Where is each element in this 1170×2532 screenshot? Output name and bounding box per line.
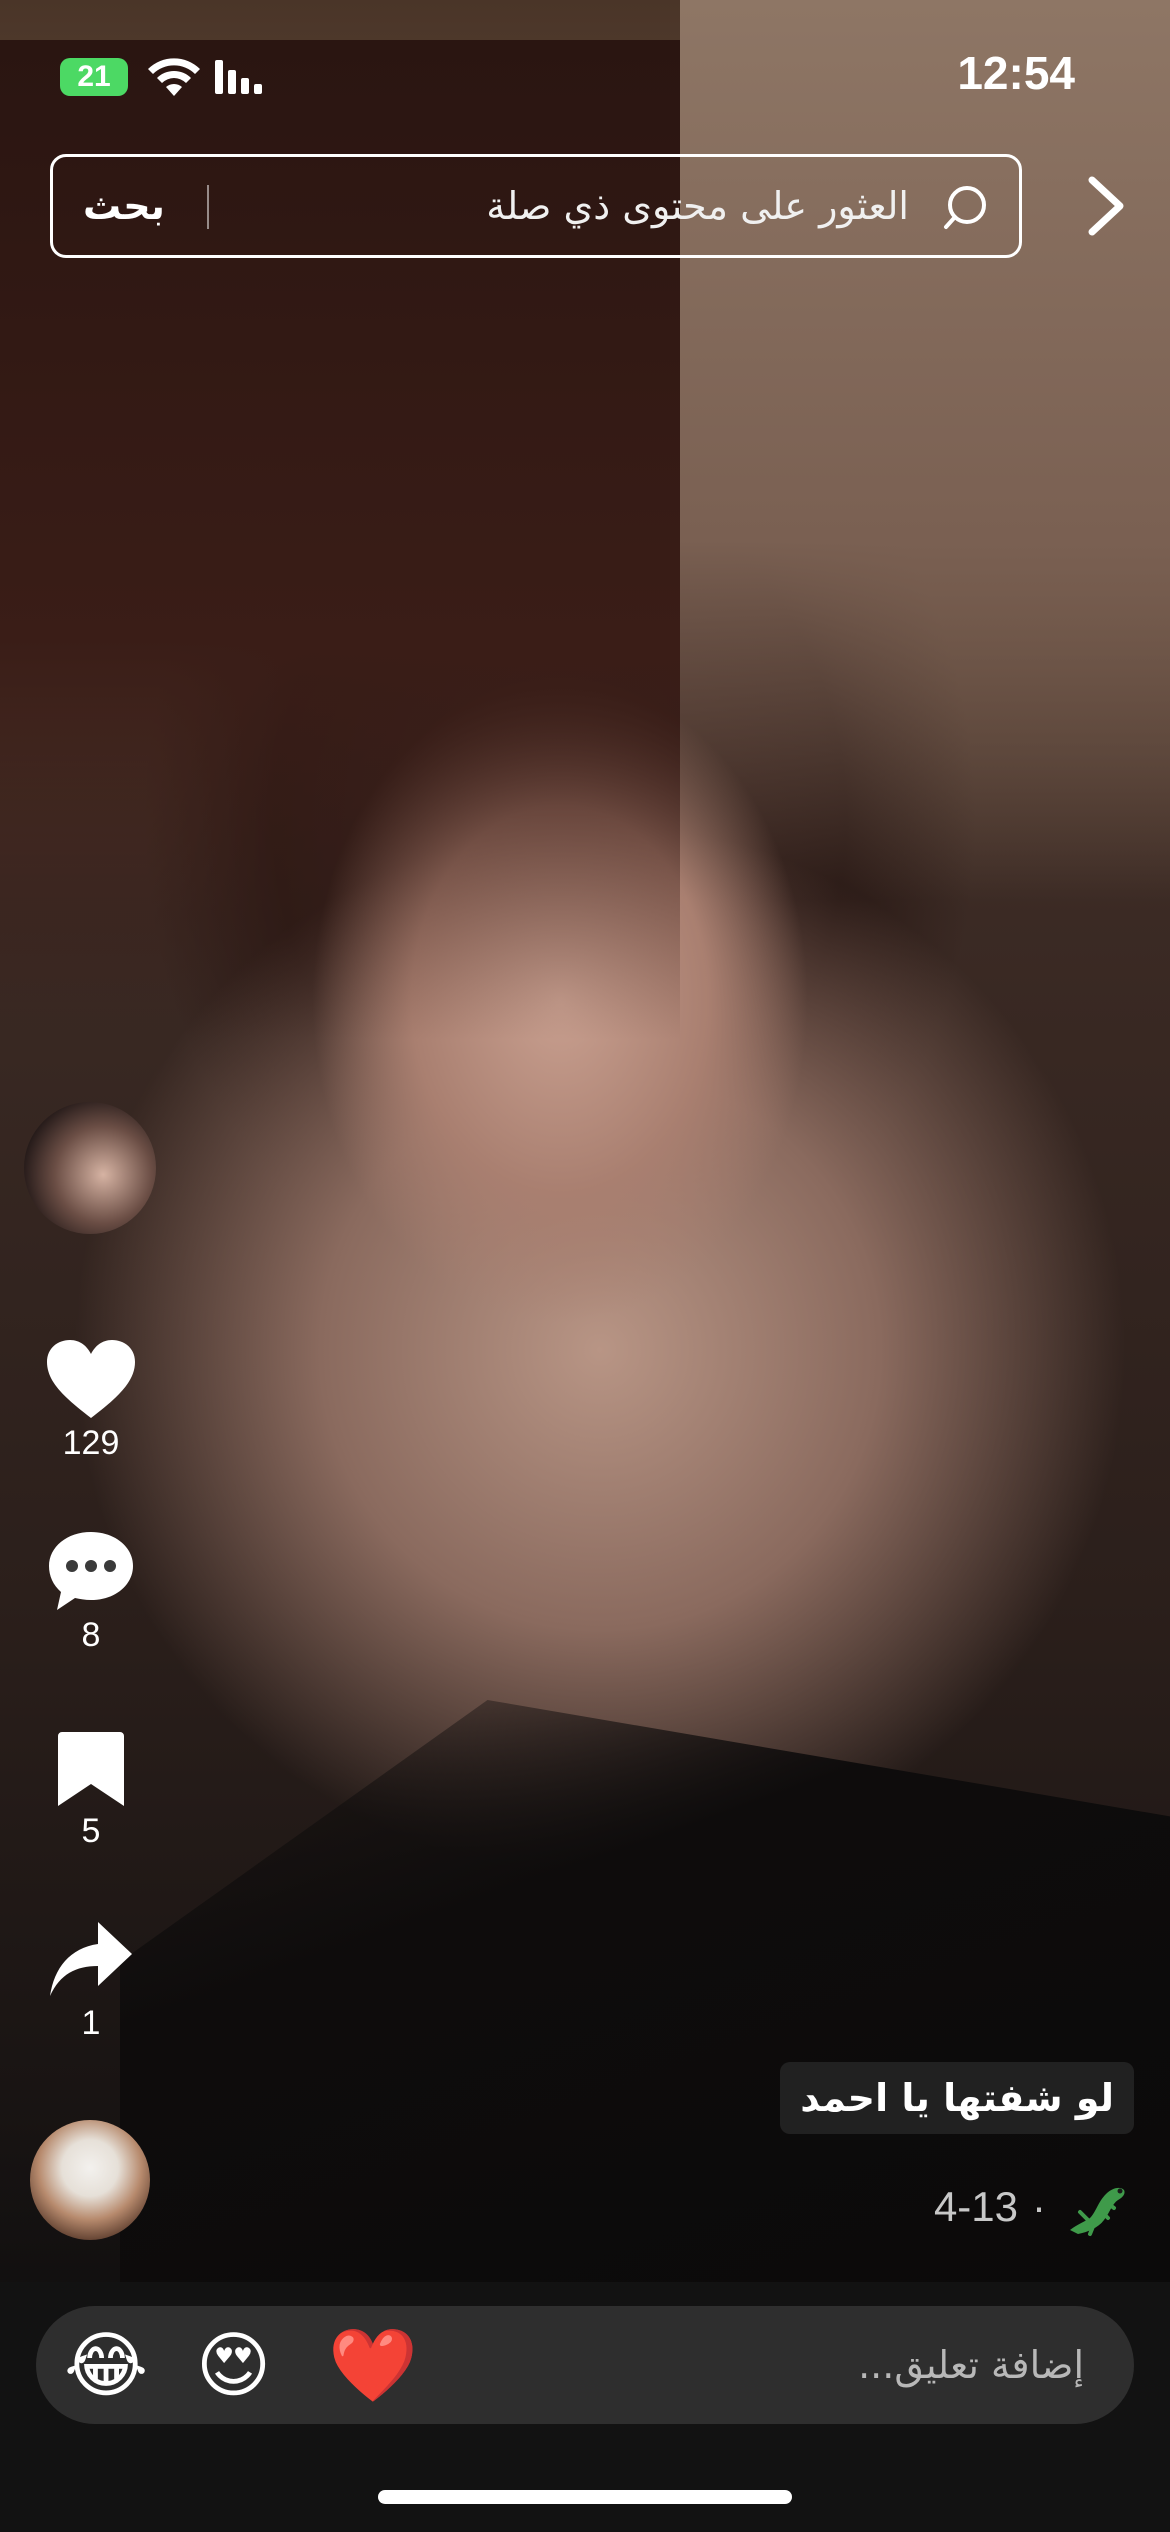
search-icon bbox=[944, 186, 986, 229]
search-button[interactable]: بحث bbox=[83, 157, 165, 255]
clock: 12:54 bbox=[957, 47, 1075, 99]
bookmark-icon bbox=[58, 1732, 124, 1806]
emoji-laugh-button[interactable]: 😂 bbox=[64, 2324, 148, 2406]
like-button[interactable]: 129 bbox=[30, 1338, 152, 1463]
comment-bar[interactable]: 😂 😍 ❤️ إضافة تعليق... bbox=[36, 2306, 1134, 2424]
search-input[interactable]: العثور على محتوى ذي صلة bbox=[486, 157, 909, 255]
creator-avatar[interactable] bbox=[24, 1102, 156, 1234]
emoji-heart-button[interactable]: ❤️ bbox=[328, 2324, 418, 2406]
comment-icon bbox=[49, 1532, 133, 1610]
post-date: 4-13 bbox=[933, 2183, 1018, 2230]
heart-icon bbox=[47, 1340, 135, 1418]
meta-separator: · bbox=[1032, 2183, 1046, 2230]
like-count: 129 bbox=[62, 1424, 120, 1462]
comment-count: 8 bbox=[81, 1616, 101, 1654]
home-indicator[interactable] bbox=[378, 2490, 792, 2504]
post-caption: لو شفتها يا احمد bbox=[780, 2062, 1134, 2134]
post-meta: 4-13 · bbox=[934, 2172, 1130, 2242]
comment-button[interactable]: 8 bbox=[30, 1530, 152, 1655]
signal-icon bbox=[215, 60, 262, 94]
video-background-wall bbox=[680, 0, 1170, 900]
uploader-avatar[interactable] bbox=[30, 2120, 150, 2240]
status-bar: 21 12:54 bbox=[0, 40, 1170, 110]
wifi-icon bbox=[148, 58, 200, 96]
share-icon bbox=[50, 1922, 132, 1996]
share-button[interactable]: 1 bbox=[30, 1920, 152, 2043]
gecko-icon bbox=[1070, 2187, 1125, 2236]
save-count: 5 bbox=[81, 1812, 101, 1850]
search-divider bbox=[207, 185, 209, 229]
battery-indicator: 21 bbox=[60, 58, 128, 96]
comment-input[interactable]: إضافة تعليق... bbox=[858, 2306, 1084, 2424]
search-bar[interactable]: بحث العثور على محتوى ذي صلة bbox=[50, 154, 1022, 258]
back-chevron-icon[interactable] bbox=[1078, 172, 1134, 240]
save-button[interactable]: 5 bbox=[30, 1730, 152, 1851]
share-count: 1 bbox=[81, 2004, 101, 2042]
emoji-heart-eyes-button[interactable]: 😍 bbox=[196, 2324, 271, 2406]
